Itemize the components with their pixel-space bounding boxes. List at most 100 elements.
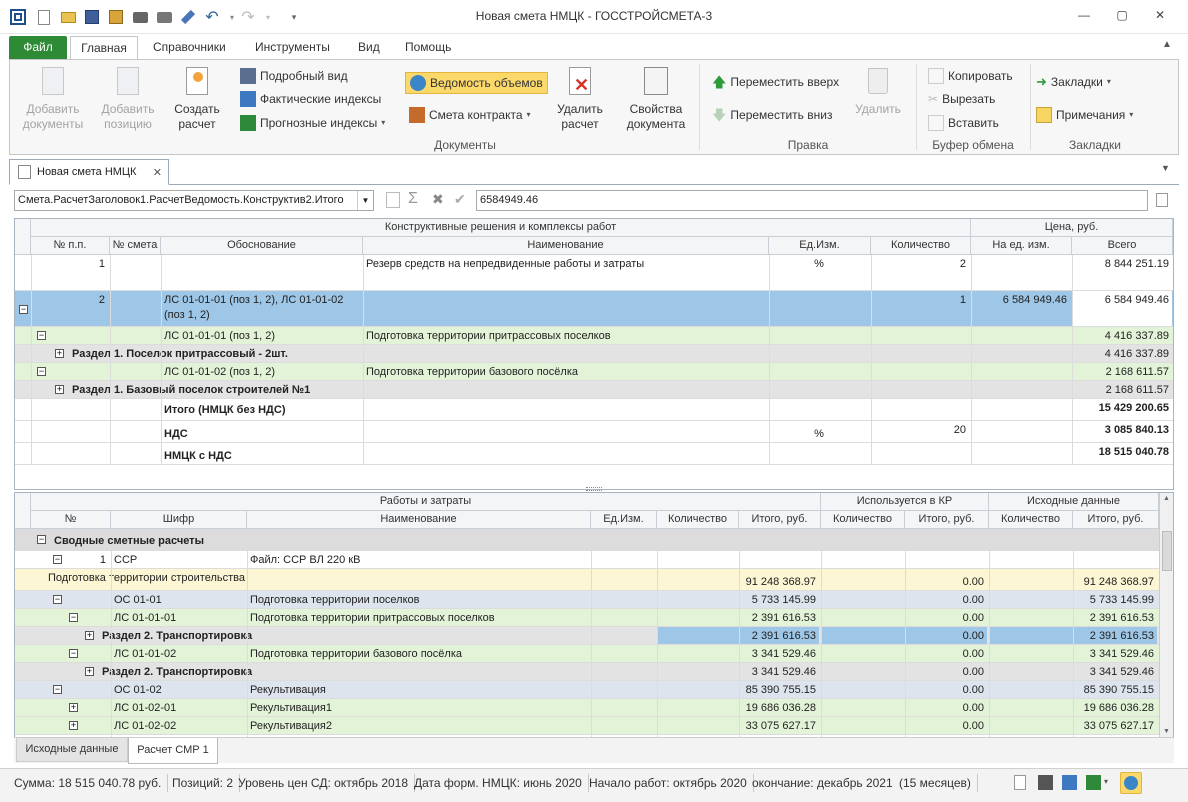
- apply-icon[interactable]: ✔: [454, 191, 466, 208]
- group-row[interactable]: − Сводные сметные расчеты: [15, 529, 1159, 551]
- col-total[interactable]: Всего: [1072, 237, 1173, 255]
- create-calc-button[interactable]: Создать расчет: [168, 64, 226, 132]
- table-row[interactable]: + ЛС 01-02-02 Рекультивация2 33 075 627.…: [15, 717, 1159, 735]
- paste-button[interactable]: Вставить: [928, 113, 999, 133]
- forecast-icon[interactable]: [1086, 775, 1101, 790]
- table-row[interactable]: − ЛС 01-01-01 Подготовка территории прит…: [15, 609, 1159, 627]
- close-button[interactable]: ✕: [1145, 8, 1175, 26]
- table-row[interactable]: − ЛС 01-01-02 (поз 1, 2) Подготовка терр…: [15, 363, 1173, 381]
- collapse-icon[interactable]: −: [69, 649, 78, 658]
- table-row[interactable]: − ОС 01-01 Подготовка территории поселко…: [15, 591, 1159, 609]
- notes-button[interactable]: Примечания ▾: [1036, 105, 1133, 125]
- col-basis[interactable]: Обоснование: [161, 237, 363, 255]
- col-kr-qty[interactable]: Количество: [821, 511, 905, 529]
- forecast-indices-button[interactable]: Прогнозные индексы ▾: [240, 113, 385, 133]
- col-unit[interactable]: Ед.Изм.: [769, 237, 871, 255]
- delete-button[interactable]: Удалить: [848, 64, 908, 117]
- scroll-down-icon[interactable]: ▼: [1163, 728, 1170, 735]
- tab-file[interactable]: Файл: [9, 36, 67, 60]
- expand-icon[interactable]: +: [85, 631, 94, 640]
- col-unit-price[interactable]: На ед. изм.: [971, 237, 1072, 255]
- globe-icon[interactable]: [1120, 772, 1142, 794]
- add-documents-button[interactable]: Добавить документы: [16, 64, 90, 132]
- col-kr-total[interactable]: Итого, руб.: [905, 511, 989, 529]
- tab-home[interactable]: Главная: [70, 36, 138, 60]
- col-name[interactable]: Наименование: [247, 511, 591, 529]
- delete-calc-button[interactable]: ✕ Удалить расчет: [550, 64, 610, 132]
- tab-references[interactable]: Справочники: [142, 36, 237, 60]
- actual-indices-button[interactable]: Фактические индексы: [240, 89, 381, 109]
- col-qty[interactable]: Количество: [657, 511, 739, 529]
- tab-tools[interactable]: Инструменты: [244, 36, 341, 60]
- tab-help[interactable]: Помощь: [394, 36, 462, 60]
- vertical-scrollbar[interactable]: ▲ ▼: [1159, 493, 1173, 737]
- move-down-button[interactable]: 🡇 Переместить вниз: [712, 105, 832, 125]
- col-nsmeta[interactable]: № смета: [110, 237, 161, 255]
- collapse-ribbon-icon[interactable]: ▲: [1162, 39, 1172, 50]
- table-row[interactable]: − ОС 01-02 Рекультивация 85 390 755.15 0…: [15, 681, 1159, 699]
- expand-icon[interactable]: +: [69, 703, 78, 712]
- copy-button[interactable]: Копировать: [928, 66, 1013, 86]
- tab-view[interactable]: Вид: [347, 36, 391, 60]
- expand-icon[interactable]: +: [55, 349, 64, 358]
- expand-icon[interactable]: +: [69, 721, 78, 730]
- collapse-icon[interactable]: −: [19, 305, 28, 314]
- sheet-tab-source[interactable]: Исходные данные: [16, 738, 128, 762]
- col-total[interactable]: Итого, руб.: [739, 511, 821, 529]
- table-row[interactable]: + Раздел 1. Базовый поселок строителей №…: [15, 381, 1173, 399]
- table-row[interactable]: 1 Резерв средств на непредвиденные работ…: [15, 255, 1173, 291]
- col-qty[interactable]: Количество: [871, 237, 971, 255]
- table-row[interactable]: НМЦК с НДС 18 515 040.78: [15, 443, 1173, 465]
- expand-icon[interactable]: +: [55, 385, 64, 394]
- close-tab-icon[interactable]: ✕: [153, 166, 162, 179]
- document-status-icon[interactable]: [1014, 775, 1026, 790]
- col-code[interactable]: Шифр: [111, 511, 247, 529]
- table-row[interactable]: − ЛС 01-01-02 Подготовка территории базо…: [15, 645, 1159, 663]
- table-row[interactable]: + ЛС 01-02-01 Рекультивация1 19 686 036.…: [15, 699, 1159, 717]
- table-row[interactable]: Подготовка территории строительства 91 2…: [15, 569, 1159, 591]
- table-row[interactable]: − ЛС 01-01-01 (поз 1, 2) Подготовка терр…: [15, 327, 1173, 345]
- sum-icon[interactable]: Σ: [408, 190, 418, 208]
- scroll-up-icon[interactable]: ▲: [1163, 495, 1170, 502]
- collapse-icon[interactable]: −: [53, 685, 62, 694]
- collapse-icon[interactable]: −: [69, 613, 78, 622]
- col-npp[interactable]: № п.п.: [31, 237, 110, 255]
- col-no[interactable]: №: [31, 511, 111, 529]
- table-row[interactable]: + Раздел 2. Транспортировка 2 391 616.53…: [15, 627, 1159, 645]
- maximize-button[interactable]: ▢: [1107, 8, 1137, 26]
- col-name[interactable]: Наименование: [363, 237, 769, 255]
- contract-estimate-button[interactable]: Смета контракта ▾: [409, 105, 531, 125]
- collapse-icon[interactable]: −: [53, 595, 62, 604]
- table-row[interactable]: + Раздел 2. Транспортировка 3 341 529.46…: [15, 663, 1159, 681]
- collapse-icon[interactable]: −: [37, 367, 46, 376]
- tabs-dropdown-icon[interactable]: ▼: [1161, 163, 1170, 173]
- path-dropdown-icon[interactable]: ▼: [357, 191, 373, 210]
- col-unit[interactable]: Ед.Изм.: [591, 511, 657, 529]
- sheet-tab-calc[interactable]: Расчет СМР 1: [128, 738, 218, 764]
- collapse-icon[interactable]: −: [37, 535, 46, 544]
- expand-icon[interactable]: +: [85, 667, 94, 676]
- bookmarks-button[interactable]: ➜ Закладки ▾: [1036, 72, 1111, 92]
- splitter-handle[interactable]: [586, 487, 602, 491]
- path-combo[interactable]: Смета.РасчетЗаголовок1.РасчетВедомость.К…: [14, 190, 374, 211]
- detail-view-button[interactable]: Подробный вид: [240, 66, 348, 86]
- scroll-thumb[interactable]: [1162, 531, 1172, 571]
- status-dropdown-icon[interactable]: ▾: [1104, 777, 1108, 786]
- table-row[interactable]: НДС % 20 3 085 840.13: [15, 421, 1173, 443]
- indices-icon[interactable]: [1062, 775, 1077, 790]
- cancel-icon[interactable]: ✖: [432, 191, 444, 208]
- calculator-icon[interactable]: [1038, 775, 1053, 790]
- col-src-total[interactable]: Итого, руб.: [1073, 511, 1159, 529]
- table-row[interactable]: − 1 ССР Файл: ССР ВЛ 220 кВ: [15, 551, 1159, 569]
- table-row[interactable]: + Раздел 1. Поселок притрассовый - 2шт. …: [15, 345, 1173, 363]
- table-row[interactable]: Итого (НМЦК без НДС) 15 429 200.65: [15, 399, 1173, 421]
- volume-sheet-button[interactable]: Ведомость объемов: [405, 72, 548, 94]
- table-row-selected[interactable]: − 2 ЛС 01-01-01 (поз 1, 2), ЛС 01-01-02 …: [15, 291, 1173, 327]
- doc-properties-button[interactable]: Свойства документа: [620, 64, 692, 132]
- col-src-qty[interactable]: Количество: [989, 511, 1073, 529]
- cut-button[interactable]: ✂ Вырезать: [928, 89, 995, 109]
- add-position-button[interactable]: Добавить позицию: [96, 64, 160, 132]
- list-icon[interactable]: [1156, 193, 1168, 207]
- document-link-icon[interactable]: [386, 192, 400, 208]
- move-up-button[interactable]: 🡅 Переместить вверх: [712, 72, 839, 92]
